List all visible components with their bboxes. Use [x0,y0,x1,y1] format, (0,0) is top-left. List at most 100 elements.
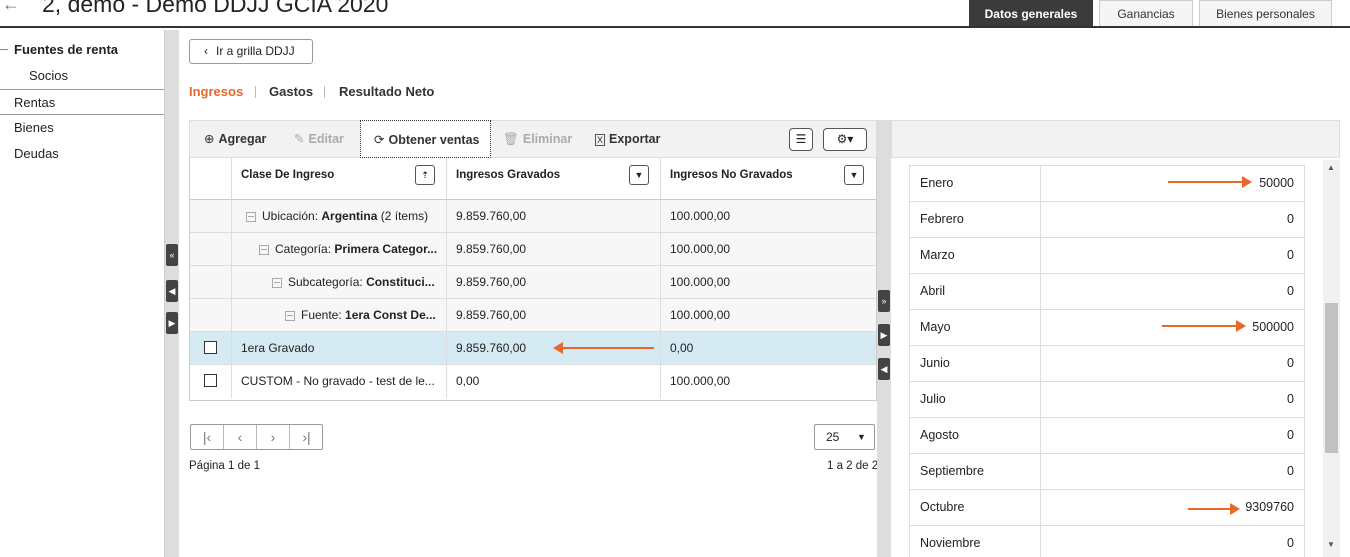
delete-label: Eliminar [522,132,573,146]
collapse-group-icon[interactable] [259,244,269,255]
fetch-sales-button[interactable]: ⟳ Obtener ventas [360,120,491,158]
sort-icon[interactable]: ⇡ [415,165,435,185]
collapse-all-icon[interactable]: « [166,244,178,266]
month-value[interactable]: 0 [1041,274,1304,310]
month-value[interactable]: 0 [1041,526,1304,557]
month-name: Agosto [910,418,1041,454]
plus-circle-icon: ⊕ [204,132,215,146]
row-checkbox[interactable] [204,341,217,354]
group-label: Subcategoría: [288,275,363,289]
expand-all-icon[interactable]: » [878,290,890,312]
expand-right-icon[interactable]: ▶ [166,312,178,334]
export-button[interactable]: X Exportar [595,121,660,157]
group-row-fuente[interactable]: Fuente: 1era Const De... 9.859.760,00 10… [190,299,876,332]
group-value: Constituci... [366,275,435,289]
group-cell: Fuente: 1era Const De... [232,299,447,332]
group-row-ubicacion[interactable]: Ubicación: Argentina (2 ítems) 9.859.760… [190,200,876,233]
export-label: Exportar [609,132,661,146]
table-row[interactable]: 1era Gravado 9.859.760,00 0,00 [190,332,876,365]
delete-button[interactable]: 🗑 Eliminar [503,121,572,157]
month-value[interactable]: 0 [1041,346,1304,382]
subtab-resultado-neto[interactable]: Resultado Neto [339,84,434,99]
group-row-subcategoria[interactable]: Subcategoría: Constituci... 9.859.760,00… [190,266,876,299]
col-header-clase[interactable]: Clase De Ingreso ⇡ [232,158,447,200]
group-label: Categoría: [275,242,332,256]
month-row[interactable]: Octubre 9309760 [910,489,1304,526]
refresh-icon: ⟳ [374,133,385,147]
col-header-gravados[interactable]: Ingresos Gravados ▼ [447,158,661,200]
table-row[interactable]: CUSTOM - No gravado - test de le... 0,00… [190,365,876,398]
collapse-group-icon[interactable] [285,310,295,321]
group-cell: Categoría: Primera Categor... [232,233,447,266]
sidebar-group-fuentes[interactable]: Fuentes de renta [0,37,164,63]
sidebar-item-rentas[interactable]: Rentas [0,89,164,115]
cell-clase: CUSTOM - No gravado - test de le... [232,365,447,398]
add-label: Agregar [218,132,267,146]
annotation-arrowhead-icon [1230,503,1240,515]
subtab-gastos[interactable]: Gastos [269,84,313,99]
top-bar: ← 2, demo - Demo DDJJ GCIA 2020 Datos ge… [0,0,1350,28]
column-dropdown-icon[interactable]: ▼ [629,165,649,185]
column-dropdown-icon[interactable]: ▼ [844,165,864,185]
back-to-grid-button[interactable]: ‹ Ir a grilla DDJJ [189,39,313,64]
month-row[interactable]: Marzo 0 [910,237,1304,274]
month-row[interactable]: Agosto 0 [910,417,1304,454]
back-arrow-icon[interactable]: ← [2,0,20,15]
month-value[interactable]: 0 [1041,418,1304,454]
month-name: Julio [910,382,1041,418]
right-splitter[interactable]: » ▶ ◀ [877,120,891,557]
subtab-ingresos[interactable]: Ingresos [189,84,243,99]
columns-menu-icon[interactable]: ☰ [789,128,813,151]
first-page-icon[interactable]: |‹ [191,425,224,449]
col-header-no-gravados[interactable]: Ingresos No Gravados ▼ [661,158,876,200]
sidebar-item-deudas[interactable]: Deudas [0,141,164,167]
collapse-left-icon[interactable]: ◀ [878,358,890,380]
last-page-icon[interactable]: ›| [290,425,323,449]
month-value[interactable]: 0 [1041,454,1304,490]
tab-datos-generales[interactable]: Datos generales [969,0,1093,26]
cell-gravados: 9.859.760,00 [447,266,661,299]
prev-page-icon[interactable]: ‹ [224,425,257,449]
month-name: Noviembre [910,526,1041,557]
tab-ganancias[interactable]: Ganancias [1099,0,1193,26]
month-row[interactable]: Septiembre 0 [910,453,1304,490]
group-label: Fuente: [301,308,342,322]
month-row[interactable]: Junio 0 [910,345,1304,382]
gear-dropdown-icon[interactable]: ⚙▾ [823,128,867,151]
month-value[interactable]: 9309760 [1041,490,1304,526]
sidebar-item-socios[interactable]: Socios [0,63,164,89]
tab-bienes-personales[interactable]: Bienes personales [1199,0,1332,26]
month-row[interactable]: Febrero 0 [910,201,1304,238]
select-all-header [190,158,232,200]
month-row[interactable]: Noviembre 0 [910,525,1304,557]
group-row-categoria[interactable]: Categoría: Primera Categor... 9.859.760,… [190,233,876,266]
month-value[interactable]: 500000 [1041,310,1304,346]
month-value[interactable]: 0 [1041,202,1304,238]
next-page-icon[interactable]: › [257,425,290,449]
month-row[interactable]: Julio 0 [910,381,1304,418]
trash-icon: 🗑 [503,132,519,146]
month-row[interactable]: Abril 0 [910,273,1304,310]
left-splitter[interactable]: « ◀ ▶ [165,30,179,557]
scrollbar-thumb[interactable] [1325,303,1338,453]
collapse-left-icon[interactable]: ◀ [166,280,178,302]
scroll-down-icon[interactable]: ▼ [1327,540,1335,549]
month-value[interactable]: 50000 [1041,166,1304,202]
sidebar-item-bienes[interactable]: Bienes [0,115,164,141]
month-value[interactable]: 0 [1041,382,1304,418]
expand-right-icon[interactable]: ▶ [878,324,890,346]
month-name: Febrero [910,202,1041,238]
collapse-group-icon[interactable] [272,277,282,288]
month-value[interactable]: 0 [1041,238,1304,274]
row-checkbox[interactable] [204,374,217,387]
annotation-arrowhead-icon [1236,320,1246,332]
group-value: 1era Const De... [345,308,436,322]
scroll-up-icon[interactable]: ▲ [1327,163,1335,172]
sidebar: Fuentes de renta Socios Rentas Bienes De… [0,30,165,557]
group-label: Ubicación: [262,209,319,223]
edit-button[interactable]: ✎ Editar [294,121,344,157]
collapse-group-icon[interactable] [246,211,256,222]
page-size-select[interactable]: 25 ▼ [814,424,875,450]
add-button[interactable]: ⊕ Agregar [204,121,266,157]
vertical-scrollbar[interactable]: ▲ ▼ [1323,160,1340,557]
